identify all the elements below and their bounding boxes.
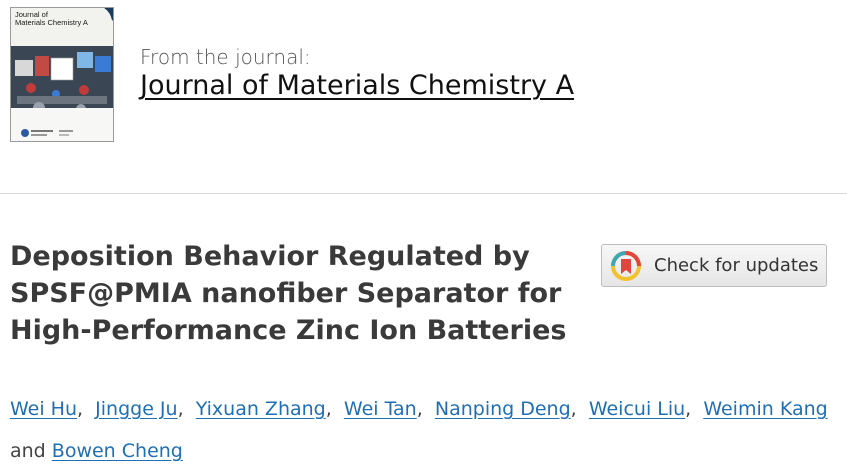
author-link[interactable]: Bowen Cheng (52, 440, 183, 462)
check-for-updates-button[interactable]: Check for updates (601, 244, 827, 287)
author-link[interactable]: Jingge Ju (95, 398, 177, 420)
cover-title-line2: Materials Chemistry A (15, 18, 88, 27)
journal-link[interactable]: Journal of Materials Chemistry A (140, 70, 574, 101)
article-title-line: High-Performance Zinc Ion Batteries (10, 315, 567, 346)
journal-cover-image[interactable]: Journal of Materials Chemistry A (10, 7, 114, 142)
article-title-line: Deposition Behavior Regulated by (10, 241, 530, 272)
author-link[interactable]: Wei Tan (344, 398, 417, 420)
author-separator: , (416, 398, 423, 420)
author-separator: , (570, 398, 577, 420)
author-link[interactable]: Yixuan Zhang (196, 398, 326, 420)
article-title: Deposition Behavior Regulated by SPSF@PM… (10, 238, 580, 349)
divider (0, 193, 847, 194)
author-separator: , (325, 398, 332, 420)
cover-artwork (11, 8, 113, 141)
cover-title: Journal of Materials Chemistry A (15, 11, 88, 27)
author-conjunction: and (10, 440, 46, 462)
author-link[interactable]: Weimin Kang (703, 398, 827, 420)
author-separator: , (77, 398, 84, 420)
from-journal-label: From the journal: (140, 45, 311, 69)
author-separator: , (685, 398, 692, 420)
crossmark-icon (611, 251, 641, 281)
author-link[interactable]: Weicui Liu (589, 398, 685, 420)
author-separator: , (177, 398, 184, 420)
check-for-updates-label: Check for updates (654, 255, 819, 276)
author-link[interactable]: Wei Hu (10, 398, 77, 420)
article-title-line: SPSF@PMIA nanofiber Separator for (10, 278, 562, 309)
article-page: Journal of Materials Chemistry A From th… (0, 0, 847, 474)
author-link[interactable]: Nanping Deng (435, 398, 571, 420)
author-list: Wei Hu, Jingge Ju, Yixuan Zhang, Wei Tan… (10, 388, 840, 472)
